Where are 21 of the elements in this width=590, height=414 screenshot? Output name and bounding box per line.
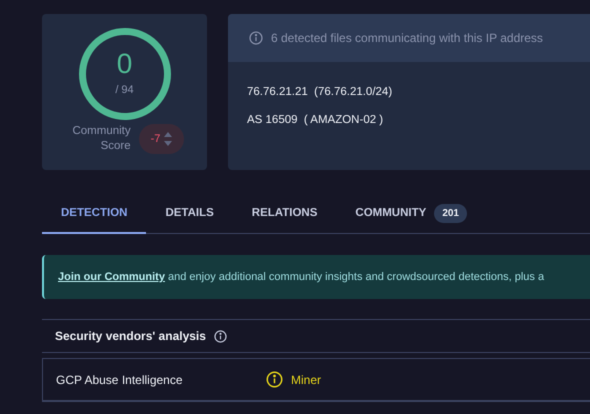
network-info-text: 76.76.21.21 (76.76.21.0/24)	[247, 85, 394, 100]
community-score-label: Community Score	[71, 124, 131, 154]
join-community-link[interactable]: Join our Community	[58, 271, 165, 283]
info-icon	[266, 371, 283, 388]
info-icon	[249, 31, 263, 45]
detected-files-text: 6 detected files communicating with this IP address	[271, 30, 543, 47]
info-icon	[214, 330, 227, 342]
count-badge: 201	[434, 204, 467, 223]
up-down-arrows-icon	[164, 132, 172, 146]
vendors-section-title: Security vendors' analysis	[55, 328, 206, 345]
vendor-result: Miner	[291, 372, 322, 388]
vote-control[interactable]: -7	[138, 124, 184, 154]
score-total: / 94	[115, 82, 134, 98]
tab[interactable]: COMMUNITY 201	[336, 195, 486, 234]
tab[interactable]: DETECTION	[42, 195, 146, 234]
tab[interactable]: RELATIONS	[232, 195, 336, 234]
network-info-text: AS 16509 ( AMAZON-02 )	[247, 113, 384, 128]
community-promo-text: Join our Community and enjoy additional community insights and crowdsourced detections, plus a	[58, 270, 544, 284]
vendor-name: GCP Abuse Intelligence	[56, 372, 184, 388]
score-value: 0	[116, 50, 132, 78]
tab[interactable]: DETAILS	[146, 195, 233, 234]
